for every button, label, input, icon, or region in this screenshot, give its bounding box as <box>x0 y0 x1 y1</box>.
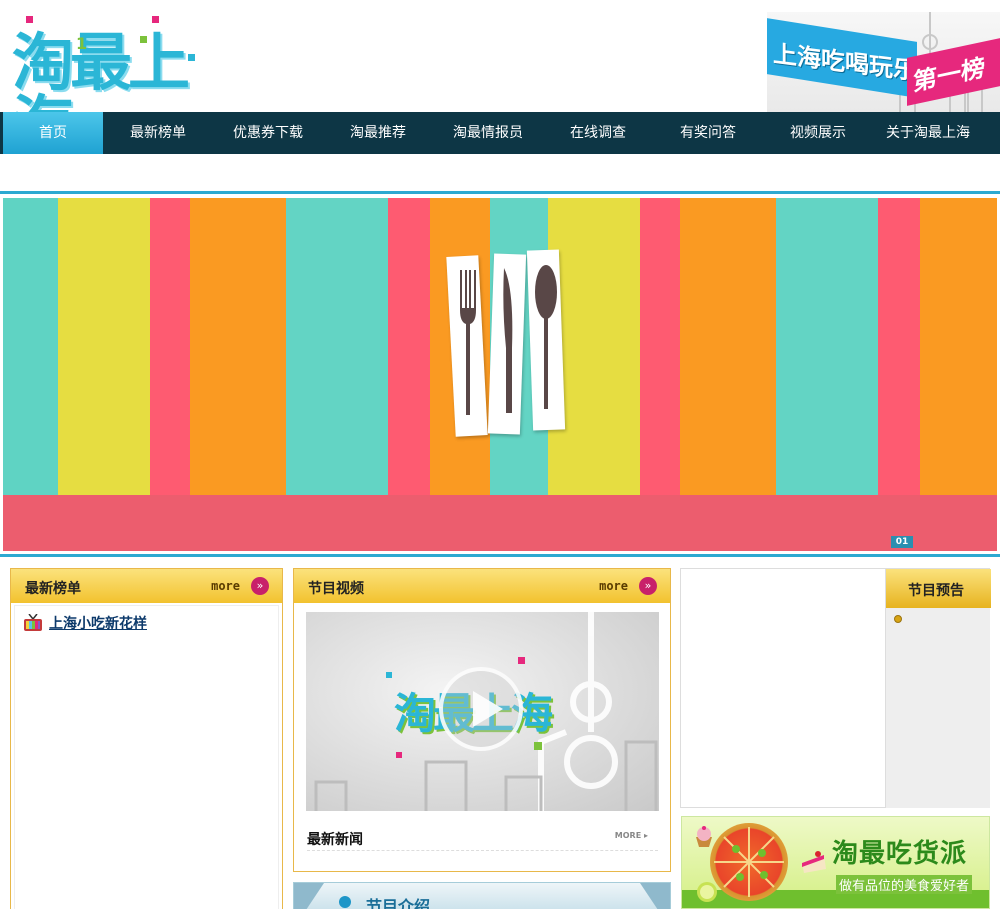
nav-item-informant[interactable]: 淘最情报员 <box>433 112 543 154</box>
slider-stripe <box>680 198 776 495</box>
ranking-panel-title: 最新榜单 <box>25 581 81 597</box>
tab-corner-right <box>640 883 670 909</box>
logo-confetti <box>140 36 147 43</box>
logo-confetti <box>188 54 195 61</box>
slider-border-bottom <box>0 554 1000 557</box>
nav-item-videos[interactable]: 视频展示 <box>763 112 873 154</box>
preview-panel: 节目预告 <box>680 568 991 808</box>
lime-icon <box>697 882 717 902</box>
nav-item-about[interactable]: 关于淘最上海 <box>873 112 983 154</box>
intro-panel-title: 节目介绍 <box>366 897 431 909</box>
spoon-icon <box>535 265 557 409</box>
play-icon[interactable] <box>439 667 523 751</box>
fork-icon <box>460 270 476 415</box>
slider-stripe <box>190 198 286 495</box>
divider <box>307 850 658 851</box>
ranking-item-link[interactable]: 上海小吃新花样 <box>49 613 147 633</box>
slide-indicator[interactable]: 01 <box>891 536 913 548</box>
ad-title: 淘最吃货派 <box>832 839 968 869</box>
cupcake-icon <box>696 826 712 847</box>
ad-subtitle: 做有品位的美食爱好者 <box>836 875 973 894</box>
slider-stripe <box>286 198 388 495</box>
video-more-link[interactable]: more <box>599 579 628 593</box>
banner-main-text: 上海吃喝玩乐 <box>773 39 917 86</box>
bullet-icon <box>894 615 902 623</box>
nav-item-home[interactable]: 首页 <box>3 112 103 154</box>
tv-icon <box>23 613 43 632</box>
slider-stripe <box>388 198 430 495</box>
slider-stripe <box>150 198 190 495</box>
site-header: 淘最上海 1 上海吃喝玩乐 第一榜 <box>0 0 1000 156</box>
knife-icon <box>503 268 513 413</box>
list-item: 上海小吃新花样 <box>23 613 147 633</box>
preview-panel-title: 节目预告 <box>908 583 964 599</box>
video-player[interactable]: 淘最上海 <box>306 612 659 811</box>
slider-caption-bar <box>3 495 997 551</box>
tab-corner-left <box>294 883 324 909</box>
slider-stripe <box>3 198 58 495</box>
foodie-ad-banner[interactable]: 淘最吃货派 做有品位的美食爱好者 <box>681 816 990 909</box>
preview-column: 节目预告 <box>885 569 991 808</box>
slider-stripe <box>776 198 878 495</box>
slider-stripe <box>58 198 150 495</box>
cake-icon <box>802 851 826 873</box>
nav-item-quiz[interactable]: 有奖问答 <box>653 112 763 154</box>
latest-news-title: 最新新闻 <box>307 832 363 848</box>
news-more-link[interactable]: MORE ▸ <box>615 831 648 840</box>
slider-stripe <box>878 198 920 495</box>
nav-item-latest-ranking[interactable]: 最新榜单 <box>103 112 213 154</box>
logo-confetti <box>26 16 33 23</box>
site-logo[interactable]: 淘最上海 1 <box>12 14 208 156</box>
banner-rank-text: 第一榜 <box>913 53 985 97</box>
intro-panel: 节目介绍 <box>293 882 671 909</box>
logo-badge: 1 <box>76 34 88 53</box>
main-nav: 首页 最新榜单 优惠券下载 淘最推荐 淘最情报员 在线调查 有奖问答 视频展示 … <box>0 112 1000 154</box>
nav-item-coupon-download[interactable]: 优惠券下载 <box>213 112 323 154</box>
ranking-panel: 最新榜单 more » 上海小吃新花样 <box>10 568 283 909</box>
ranking-list <box>14 605 279 909</box>
slider-stripe <box>640 198 680 495</box>
double-chevron-right-icon[interactable]: » <box>251 577 269 595</box>
preview-panel-header: 节目预告 <box>886 569 991 608</box>
pizza-icon <box>710 823 788 901</box>
video-panel-header: 节目视频 more » <box>294 569 670 603</box>
ranking-panel-header: 最新榜单 more » <box>11 569 282 603</box>
nav-item-recommend[interactable]: 淘最推荐 <box>323 112 433 154</box>
utensils-graphic <box>446 249 566 440</box>
slider-stripe <box>920 198 997 495</box>
slider-border-top <box>0 191 1000 194</box>
nav-item-online-survey[interactable]: 在线调查 <box>543 112 653 154</box>
double-chevron-right-icon[interactable]: » <box>639 577 657 595</box>
logo-confetti <box>152 16 159 23</box>
video-panel-title: 节目视频 <box>308 581 364 597</box>
ranking-more-link[interactable]: more <box>211 579 240 593</box>
header-banner[interactable]: 上海吃喝玩乐 第一榜 <box>767 12 1000 112</box>
hero-slider[interactable] <box>3 198 997 551</box>
video-panel: 节目视频 more » 淘最上海 最新新闻 MORE ▸ <box>293 568 671 872</box>
bullet-icon <box>339 896 351 908</box>
